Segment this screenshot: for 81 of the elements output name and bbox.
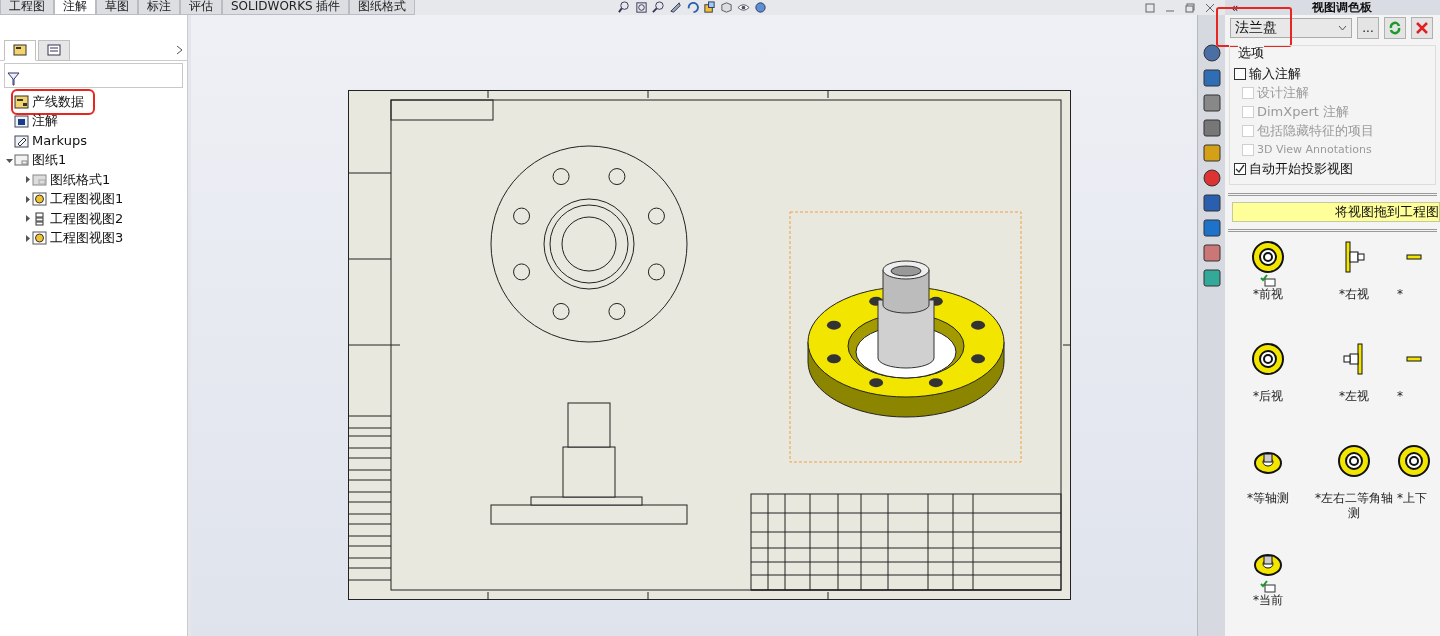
tree-item[interactable]: 工程图视图3 (50, 229, 124, 248)
filter-field[interactable] (4, 63, 183, 88)
drawing-view-icon (32, 192, 47, 207)
command-tab[interactable]: 标注 (138, 0, 180, 15)
palette-view[interactable]: *左视 (1311, 342, 1397, 438)
command-tab[interactable]: 评估 (180, 0, 222, 15)
tree-item[interactable]: 图纸1 (32, 151, 67, 170)
refresh-button[interactable] (1384, 17, 1406, 39)
close-icon[interactable] (1205, 2, 1215, 13)
group-title: 选项 (1238, 44, 1264, 62)
tree-item[interactable]: 产线数据 (32, 92, 84, 111)
command-tab[interactable]: 图纸格式 (349, 0, 416, 15)
view-label: *后视 (1253, 389, 1283, 404)
browse-button[interactable]: ... (1357, 17, 1379, 39)
restore-icon[interactable] (1145, 2, 1155, 13)
expanded-arrow-icon[interactable] (5, 156, 13, 164)
command-tab[interactable]: 注解 (54, 0, 96, 15)
view-label: *右视 (1339, 287, 1369, 302)
drawing-icon (14, 94, 29, 109)
refresh-icon (1388, 21, 1402, 35)
flange-front-icon (1337, 444, 1371, 478)
markup-icon (14, 133, 29, 148)
collapsed-arrow-icon[interactable] (23, 176, 31, 184)
tree-item[interactable]: 工程图视图2 (50, 209, 124, 228)
drawing-view-icon (32, 231, 47, 246)
sphere-icon[interactable] (754, 1, 767, 14)
view-label: *左视 (1339, 389, 1369, 404)
close-icon (1416, 22, 1428, 34)
tree-item[interactable]: 工程图视图1 (50, 190, 124, 209)
clear-button[interactable] (1411, 17, 1433, 39)
view-label: *左右二等角轴测 (1314, 491, 1394, 521)
palette-view[interactable]: *当前 (1225, 546, 1311, 636)
chevron-right-icon[interactable] (176, 45, 183, 55)
collapsed-arrow-icon[interactable] (23, 195, 31, 203)
palette-view[interactable]: * (1397, 342, 1440, 438)
maximize-icon[interactable] (1185, 2, 1195, 13)
tree-item[interactable]: Markups (32, 133, 87, 149)
feature-tree-icon (13, 44, 27, 56)
dropdown-caret-icon (1338, 25, 1347, 31)
tree-item[interactable]: 图纸格式1 (50, 170, 111, 189)
palette-view[interactable]: * (1397, 240, 1440, 336)
command-tab[interactable]: 工程图 (0, 0, 54, 15)
zoom-fit-icon[interactable] (618, 1, 631, 14)
palette-view[interactable]: *左右二等角轴测 (1311, 444, 1397, 540)
tree-item[interactable]: 注解 (32, 112, 58, 131)
collapsed-arrow-icon[interactable] (23, 215, 31, 223)
drag-hint: 将视图拖到工程图 (1232, 202, 1440, 222)
option-checkbox[interactable]: 自动开始投影视图 (1234, 159, 1431, 178)
palette-view[interactable]: *上下 (1397, 444, 1440, 540)
view-label: *当前 (1253, 593, 1283, 608)
zoom-area-icon[interactable] (635, 1, 648, 14)
collapsed-arrow-icon[interactable] (23, 234, 31, 242)
property-tab[interactable] (38, 39, 70, 61)
flange-edge-icon (1406, 254, 1422, 260)
view-label: * (1397, 389, 1403, 404)
checkmark-icon (1235, 163, 1245, 174)
flange-front-icon (1251, 240, 1285, 274)
flange-edge-icon (1406, 356, 1422, 362)
palette-view[interactable]: *后视 (1225, 342, 1311, 438)
view-label: * (1397, 287, 1403, 302)
command-tab[interactable]: SOLIDWORKS 插件 (222, 0, 350, 15)
view-label: *前视 (1253, 287, 1283, 302)
view-label: *上下 (1397, 491, 1427, 506)
model-dropdown[interactable]: 法兰盘 (1230, 18, 1352, 38)
filter-icon[interactable] (7, 72, 20, 86)
annotation-icon (14, 114, 29, 129)
palette-view[interactable]: *右视 (1311, 240, 1397, 336)
command-tab[interactable]: 草图 (96, 0, 138, 15)
sheet-format-icon (32, 172, 47, 187)
zoom-previous-icon[interactable] (652, 1, 665, 14)
rotate-icon[interactable] (686, 1, 699, 14)
palette-view[interactable]: *前视 (1225, 240, 1311, 336)
feature-tree-tab[interactable] (4, 39, 36, 61)
option-checkbox[interactable]: 输入注解 (1234, 64, 1431, 83)
view-label: *等轴测 (1247, 491, 1289, 506)
flange-front-icon (1251, 342, 1285, 376)
sheet-icon (14, 153, 29, 168)
palette-view[interactable]: *等轴测 (1225, 444, 1311, 540)
flange-front-icon (1397, 444, 1431, 478)
display-style-icon[interactable] (703, 1, 716, 14)
eye-icon[interactable] (737, 1, 750, 14)
